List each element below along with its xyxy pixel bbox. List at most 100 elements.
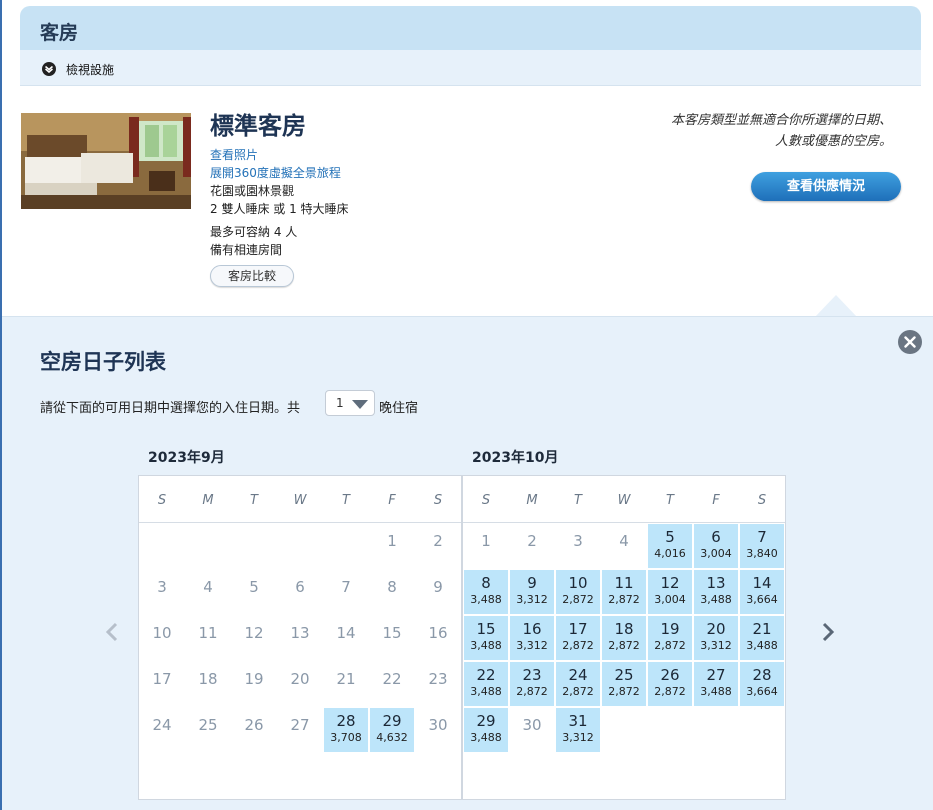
date-number: 31 [568, 712, 588, 730]
date-price: 3,312 [516, 593, 548, 606]
date-number: 26 [244, 716, 264, 734]
date-price: 3,708 [330, 731, 362, 744]
available-date-cell[interactable]: 9 3,312 [510, 570, 554, 614]
date-number: 23 [522, 666, 542, 684]
room-connecting-text: 備有相連房間 [210, 243, 283, 257]
available-date-cell[interactable]: 25 2,872 [602, 662, 646, 706]
date-price: 2,872 [562, 685, 594, 698]
unavailable-date-cell: 12 [232, 616, 276, 660]
available-date-cell[interactable]: 24 2,872 [556, 662, 600, 706]
facilities-toggle-bar[interactable]: 檢視設施 [20, 50, 921, 86]
date-number: 2 [527, 532, 537, 550]
date-price: 3,004 [654, 593, 686, 606]
calendar-title: 空房日子列表 [40, 350, 166, 374]
date-number: 22 [476, 666, 496, 684]
room-view-text: 花園或園林景觀 [210, 184, 295, 198]
unavailable-date-cell: 7 [324, 570, 368, 614]
unavailable-date-cell: 14 [324, 616, 368, 660]
month-label-september: 2023年9月 [148, 450, 225, 466]
unavailable-date-cell: 22 [370, 662, 414, 706]
date-number: 30 [522, 716, 542, 734]
available-date-cell[interactable]: 19 2,872 [648, 616, 692, 660]
available-date-cell[interactable]: 28 3,708 [324, 708, 368, 752]
unavailable-date-cell: 8 [370, 570, 414, 614]
chevron-down-circle-icon[interactable] [42, 62, 56, 76]
date-price: 3,488 [470, 639, 502, 652]
available-date-cell[interactable]: 31 3,312 [556, 708, 600, 752]
date-price: 3,840 [746, 547, 778, 560]
available-date-cell[interactable]: 16 3,312 [510, 616, 554, 660]
available-date-cell[interactable]: 22 3,488 [464, 662, 508, 706]
instruction-text: 請從下面的可用日期中選擇您的入住日期。共 [40, 401, 301, 416]
date-number: 5 [665, 528, 675, 546]
room-photo[interactable] [21, 113, 191, 209]
weekday-header: T [574, 493, 582, 508]
available-date-cell[interactable]: 12 3,004 [648, 570, 692, 614]
weekday-header: F [712, 493, 720, 508]
unavailable-date-cell: 4 [602, 524, 646, 568]
date-price: 2,872 [608, 685, 640, 698]
available-date-cell[interactable]: 27 3,488 [694, 662, 738, 706]
unavailable-date-cell: 3 [556, 524, 600, 568]
available-date-cell[interactable]: 14 3,664 [740, 570, 784, 614]
date-price: 3,312 [516, 639, 548, 652]
available-date-cell[interactable]: 5 4,016 [648, 524, 692, 568]
date-number: 2 [433, 532, 443, 550]
available-date-cell[interactable]: 11 2,872 [602, 570, 646, 614]
available-date-cell[interactable]: 29 4,632 [370, 708, 414, 752]
rooms-section-header: 客房 [20, 6, 921, 50]
date-price: 3,488 [700, 685, 732, 698]
available-date-cell[interactable]: 17 2,872 [556, 616, 600, 660]
view-photos-link[interactable]: 查看照片 [210, 146, 258, 163]
next-month-arrow-icon[interactable] [818, 620, 838, 644]
date-number: 4 [619, 532, 629, 550]
available-date-cell[interactable]: 7 3,840 [740, 524, 784, 568]
weekday-divider [463, 522, 785, 523]
previous-month-arrow-icon[interactable] [102, 620, 122, 644]
available-date-cell[interactable]: 6 3,004 [694, 524, 738, 568]
calendar-september: S M T W T F S 1 2 3 4 5 6 7 8 9 10 11 12 13 14 15 16 17 18 19 20 21… [138, 475, 462, 800]
available-date-cell[interactable]: 18 2,872 [602, 616, 646, 660]
date-number: 8 [387, 578, 397, 596]
unavailable-date-cell: 21 [324, 662, 368, 706]
date-number: 8 [481, 574, 491, 592]
date-price: 3,488 [746, 639, 778, 652]
date-number: 11 [198, 624, 218, 642]
date-number: 6 [711, 528, 721, 546]
view-facilities-link[interactable]: 檢視設施 [66, 61, 114, 78]
date-number: 15 [476, 620, 496, 638]
date-number: 30 [428, 716, 448, 734]
available-date-cell[interactable]: 13 3,488 [694, 570, 738, 614]
weekday-header: W [617, 493, 631, 508]
available-date-cell[interactable]: 21 3,488 [740, 616, 784, 660]
calendar-october: S M T W T F S 1 2 3 4 5 4,016 6 3,004 7 3,840 8 3,488 9 3,31… [462, 475, 786, 800]
available-date-cell[interactable]: 15 3,488 [464, 616, 508, 660]
date-number: 7 [757, 528, 767, 546]
date-number: 3 [573, 532, 583, 550]
compare-rooms-button[interactable]: 客房比較 [210, 265, 294, 287]
available-date-cell[interactable]: 20 3,312 [694, 616, 738, 660]
available-date-cell[interactable]: 23 2,872 [510, 662, 554, 706]
date-price: 2,872 [562, 593, 594, 606]
date-number: 27 [706, 666, 726, 684]
available-date-cell[interactable]: 29 3,488 [464, 708, 508, 752]
date-price: 3,488 [470, 731, 502, 744]
weekday-header: M [202, 493, 214, 508]
close-icon[interactable] [898, 330, 922, 354]
available-date-cell[interactable]: 26 2,872 [648, 662, 692, 706]
date-number: 16 [428, 624, 448, 642]
nights-select[interactable]: 1 [325, 390, 375, 416]
available-date-cell[interactable]: 10 2,872 [556, 570, 600, 614]
unavailable-date-cell: 24 [140, 708, 184, 752]
date-number: 18 [198, 670, 218, 688]
unavailable-date-cell: 2 [416, 524, 460, 568]
unavailable-date-cell: 17 [140, 662, 184, 706]
date-number: 17 [152, 670, 172, 688]
month-label-october: 2023年10月 [472, 450, 559, 466]
date-price: 2,872 [562, 639, 594, 652]
virtual-tour-link[interactable]: 展開360度虛擬全景旅程 [210, 164, 341, 181]
available-date-cell[interactable]: 8 3,488 [464, 570, 508, 614]
available-date-cell[interactable]: 28 3,664 [740, 662, 784, 706]
check-availability-button[interactable]: 查看供應情況 [751, 172, 901, 201]
panel-pointer [815, 295, 857, 317]
